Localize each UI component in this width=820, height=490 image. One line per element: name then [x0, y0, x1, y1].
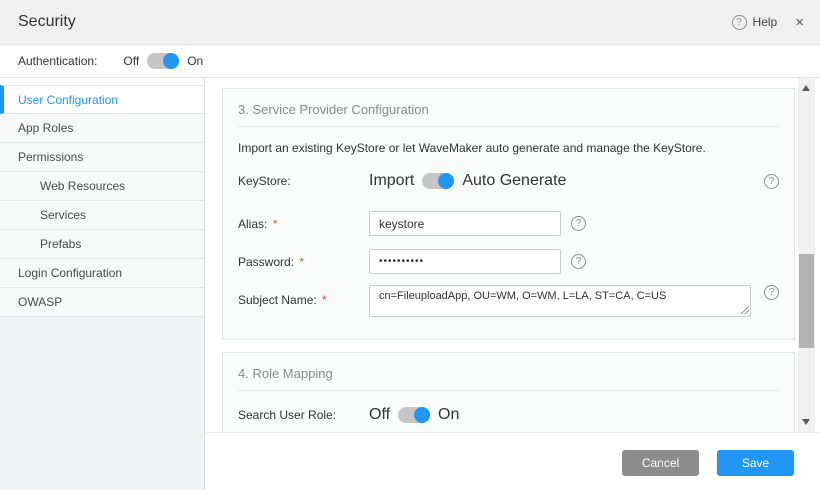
search-user-role-off-label: Off: [369, 406, 390, 424]
required-asterisk: *: [299, 255, 304, 269]
search-user-role-toggle[interactable]: [398, 407, 430, 423]
close-icon[interactable]: ×: [795, 15, 804, 30]
subject-name-textarea[interactable]: cn=FileuploadApp, OU=WM, O=WM, L=LA, ST=…: [369, 285, 751, 317]
required-asterisk: *: [322, 293, 327, 307]
password-help-icon[interactable]: ?: [571, 254, 586, 269]
keystore-help-icon[interactable]: ?: [764, 174, 779, 189]
subject-name-help-icon[interactable]: ?: [764, 285, 779, 300]
header-actions: ? Help ×: [732, 15, 806, 30]
toggle-knob: [438, 173, 454, 189]
alias-label: Alias: *: [238, 217, 369, 231]
keystore-auto-generate-label: Auto Generate: [462, 172, 566, 190]
security-dialog: Security ? Help × Authentication: Off On…: [0, 0, 820, 490]
dialog-footer: Cancel Save: [206, 432, 820, 490]
keystore-description: Import an existing KeyStore or let WaveM…: [238, 141, 779, 155]
page-title: Security: [18, 13, 76, 31]
section-divider: [238, 390, 779, 391]
keystore-label: KeyStore:: [238, 174, 369, 188]
alias-row: Alias: * ?: [238, 211, 779, 236]
cancel-button[interactable]: Cancel: [622, 450, 699, 476]
authentication-off-label: Off: [123, 54, 139, 68]
keystore-import-label: Import: [369, 172, 414, 190]
service-provider-configuration-section: 3. Service Provider Configuration Import…: [222, 88, 795, 340]
authentication-bar: Authentication: Off On: [0, 45, 820, 78]
dialog-header: Security ? Help ×: [0, 0, 820, 45]
keystore-row: KeyStore: Import Auto Generate ?: [238, 172, 779, 190]
search-user-role-on-label: On: [438, 406, 459, 424]
keystore-toggle[interactable]: [422, 173, 454, 189]
subject-name-row: Subject Name: * cn=FileuploadApp, OU=WM,…: [238, 285, 779, 317]
search-user-role-row: Search User Role: Off On: [238, 406, 779, 424]
section-title: 3. Service Provider Configuration: [238, 89, 779, 117]
vertical-scrollbar[interactable]: [798, 78, 815, 432]
scroll-up-icon[interactable]: [802, 85, 810, 91]
password-input[interactable]: [369, 249, 561, 274]
required-asterisk: *: [273, 217, 278, 231]
section-divider: [238, 126, 779, 127]
subject-name-label: Subject Name: *: [238, 285, 369, 307]
sidebar: User Configuration App Roles Permissions…: [0, 78, 205, 490]
scroll-down-icon[interactable]: [802, 419, 810, 425]
sidebar-item-app-roles[interactable]: App Roles: [0, 114, 204, 143]
save-button[interactable]: Save: [717, 450, 794, 476]
password-row: Password: * ?: [238, 249, 779, 274]
password-label: Password: *: [238, 255, 369, 269]
role-mapping-section: 4. Role Mapping Search User Role: Off On: [222, 352, 795, 432]
help-icon[interactable]: ?: [732, 15, 747, 30]
toggle-knob: [414, 407, 430, 423]
alias-help-icon[interactable]: ?: [571, 216, 586, 231]
sidebar-item-services[interactable]: Services: [0, 201, 204, 230]
subject-name-field-wrap: cn=FileuploadApp, OU=WM, O=WM, L=LA, ST=…: [369, 285, 751, 317]
authentication-on-label: On: [187, 54, 203, 68]
sidebar-item-login-configuration[interactable]: Login Configuration: [0, 259, 204, 288]
help-link[interactable]: Help: [753, 15, 778, 29]
sidebar-list: User Configuration App Roles Permissions…: [0, 78, 204, 317]
sidebar-item-prefabs[interactable]: Prefabs: [0, 230, 204, 259]
sidebar-item-permissions[interactable]: Permissions: [0, 143, 204, 172]
authentication-toggle[interactable]: [147, 53, 179, 69]
alias-input[interactable]: [369, 211, 561, 236]
sidebar-item-owasp[interactable]: OWASP: [0, 288, 204, 317]
scrollbar-thumb[interactable]: [799, 254, 814, 348]
section-title: 4. Role Mapping: [238, 353, 779, 381]
sidebar-item-web-resources[interactable]: Web Resources: [0, 172, 204, 201]
sidebar-item-user-configuration[interactable]: User Configuration: [0, 85, 204, 114]
toggle-knob: [163, 53, 179, 69]
search-user-role-label: Search User Role:: [238, 408, 369, 422]
authentication-label: Authentication:: [18, 54, 97, 68]
